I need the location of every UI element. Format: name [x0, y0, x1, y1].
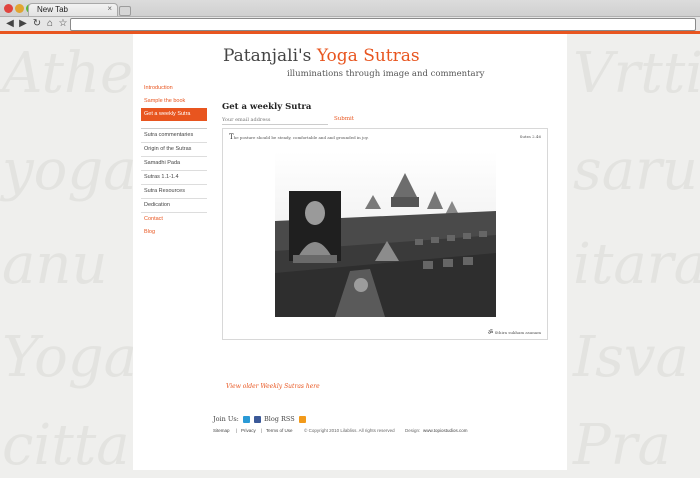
footer-design-label: Design: [405, 428, 421, 433]
minimize-window-icon[interactable] [15, 4, 24, 13]
reload-icon[interactable]: ↻ [31, 18, 43, 30]
om-icon: ॐ [487, 329, 494, 336]
sanskrit-text: Sthira sukham asanam [494, 330, 541, 335]
back-arrow-icon[interactable]: ◀ [4, 18, 16, 30]
tab-close-icon[interactable]: × [107, 4, 112, 13]
nav-contact[interactable]: Contact [141, 213, 207, 226]
background-word: Isva [573, 325, 689, 390]
footer-terms[interactable]: Terms of Use [266, 428, 293, 433]
nav-samadhi-pada[interactable]: Samadhi Pada [141, 157, 207, 171]
background-word: itara [573, 232, 700, 297]
footer-sitemap[interactable]: Sitemap [213, 428, 230, 433]
browser-tab[interactable]: New Tab × [28, 3, 118, 17]
background-word: Pra [573, 413, 671, 478]
home-icon[interactable]: ⌂ [44, 18, 56, 30]
weekly-sutra-section: Get a weekly Sutra Submit The posture sh… [222, 102, 552, 340]
site-title[interactable]: Patanjali's Yoga Sutras [223, 46, 420, 66]
tab-title: New Tab [37, 5, 68, 14]
background-word: Yoga [2, 325, 138, 390]
signup-form: Submit [222, 116, 422, 126]
footer-design-link[interactable]: www.topiostudios.com [423, 428, 468, 433]
blog-rss-label: Blog RSS [264, 415, 295, 423]
nav-sutra-commentaries[interactable]: Sutra commentaries [141, 129, 207, 143]
older-sutras-link[interactable]: View older Weekly Sutras here [226, 383, 320, 390]
background-word: anu [2, 232, 108, 297]
nav-dedication[interactable]: Dedication [141, 199, 207, 213]
close-window-icon[interactable] [4, 4, 13, 13]
star-icon[interactable]: ☆ [57, 18, 69, 30]
forward-arrow-icon[interactable]: ▶ [17, 18, 29, 30]
site-subtitle: illuminations through image and commenta… [287, 69, 485, 79]
skype-icon[interactable] [242, 415, 250, 423]
site-title-main: Patanjali's [223, 46, 317, 66]
join-label: Join Us: [213, 415, 239, 423]
join-us: Join Us: [213, 415, 262, 423]
background-word: citta [2, 413, 130, 478]
site-title-accent: Yoga Sutras [316, 46, 420, 66]
footer-separator: | [261, 428, 263, 433]
nav-weekly-sutra[interactable]: Get a weekly Sutra [141, 108, 207, 121]
background-word: Vrtti [573, 41, 700, 106]
new-tab-button[interactable] [119, 6, 131, 16]
sanskrit-caption: ॐ Sthira sukham asanam [488, 328, 541, 336]
footer-privacy[interactable]: Privacy [241, 428, 256, 433]
nav-sutra-resources[interactable]: Sutra Resources [141, 185, 207, 199]
page-content: Patanjali's Yoga Sutras illuminations th… [133, 34, 567, 470]
browser-toolbar: ◀ ▶ ↻ ⌂ ☆ [0, 16, 700, 32]
submit-button[interactable]: Submit [334, 116, 354, 122]
address-bar[interactable] [70, 18, 696, 31]
facebook-icon[interactable] [254, 415, 262, 423]
background-word: saru [573, 138, 698, 203]
nav-sample-book[interactable]: Sample the book [141, 95, 207, 108]
email-input[interactable] [222, 116, 328, 125]
sutra-quote: The posture should be steady, comfortabl… [229, 133, 369, 141]
nav-blog[interactable]: Blog [141, 226, 207, 239]
weekly-heading: Get a weekly Sutra [222, 102, 312, 112]
nav-sutras-1-1-1-4[interactable]: Sutras 1.1-1.4 [141, 171, 207, 185]
background-word: yoga [2, 138, 137, 203]
footer-copyright: © Copyright 2010 Lilabliss. All rights r… [304, 428, 395, 433]
sutra-card: The posture should be steady, comfortabl… [222, 128, 548, 340]
footer-separator: | [236, 428, 238, 433]
quote-text: he posture should be steady, comfortable… [233, 135, 369, 140]
temple-photo [275, 151, 496, 317]
background-word: Athe [2, 41, 134, 106]
blog-rss[interactable]: Blog RSS [264, 415, 306, 423]
sutra-reference: Sutra 2.46 [519, 134, 541, 139]
browser-chrome: New Tab × ◀ ▶ ↻ ⌂ ☆ [0, 0, 700, 32]
rss-icon[interactable] [298, 415, 306, 423]
nav-introduction[interactable]: Introduction [141, 82, 207, 95]
sidebar-nav: Introduction Sample the book Get a weekl… [141, 82, 207, 239]
nav-origin[interactable]: Origin of the Sutras [141, 143, 207, 157]
